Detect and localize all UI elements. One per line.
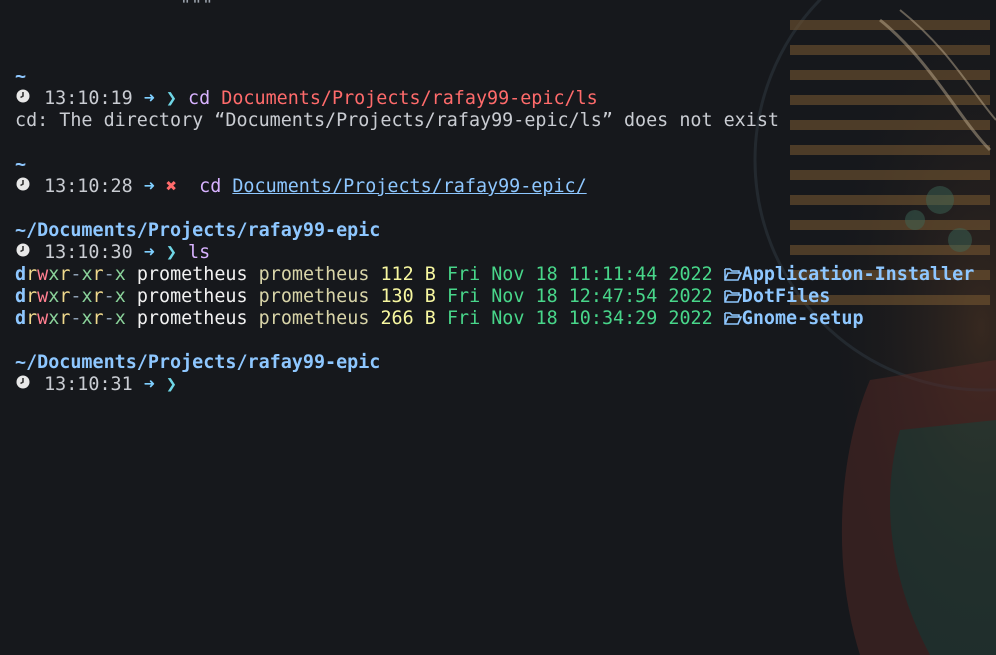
- file-date: Fri Nov 18 10:34:29 2022: [446, 308, 713, 329]
- perm-char: x: [48, 308, 60, 329]
- listing-row: drwxr-xr-x prometheus prometheus 130 B F…: [15, 286, 995, 308]
- file-owner: prometheus: [136, 264, 248, 285]
- folder-name[interactable]: DotFiles: [742, 286, 831, 307]
- file-owner: prometheus: [136, 286, 248, 307]
- perm-char: r: [92, 286, 104, 307]
- prompt-line: 13:10:30 ➜ ❯ ls: [15, 242, 995, 264]
- file-size: 112 B: [380, 264, 436, 285]
- perm-char: -: [103, 286, 115, 307]
- cwd-label: ~: [15, 154, 27, 175]
- perm-char: r: [92, 264, 104, 285]
- perm-type: d: [15, 308, 27, 329]
- listing-row: drwxr-xr-x prometheus prometheus 266 B F…: [15, 308, 995, 330]
- perm-char: x: [81, 308, 93, 329]
- perm-type: d: [15, 286, 27, 307]
- file-group: prometheus: [258, 264, 370, 285]
- command-arg[interactable]: Documents/Projects/rafay99-epic/: [232, 176, 586, 197]
- prompt-dir: ~: [15, 154, 995, 176]
- perm-char: x: [81, 264, 93, 285]
- perm-char: -: [70, 286, 82, 307]
- clock-icon: [15, 242, 33, 264]
- prompt-dir: ~/Documents/Projects/rafay99-epic: [15, 352, 995, 374]
- scrollback-fragment: """: [180, 0, 214, 16]
- clock-icon: [15, 176, 33, 198]
- cwd-label: ~/Documents/Projects/rafay99-epic: [15, 352, 381, 373]
- listing-row: drwxr-xr-x prometheus prometheus 112 B F…: [15, 264, 995, 286]
- file-size: 266 B: [380, 308, 436, 329]
- folder-name[interactable]: Application-Installer: [742, 264, 975, 285]
- prompt-line[interactable]: 13:10:31 ➜ ❯: [15, 374, 995, 396]
- file-owner: prometheus: [136, 308, 248, 329]
- clock-icon: [15, 374, 33, 396]
- arrow-right-icon: ➜: [143, 242, 155, 263]
- prompt-time: 13:10:30: [44, 242, 133, 263]
- folder-name[interactable]: Gnome-setup: [742, 308, 864, 329]
- file-date: Fri Nov 18 12:47:54 2022: [446, 286, 713, 307]
- perm-char: r: [26, 264, 38, 285]
- prompt-time: 13:10:19: [44, 88, 133, 109]
- perm-char: -: [103, 264, 115, 285]
- arrow-right-icon: ➜: [143, 176, 155, 197]
- perm-char: -: [70, 308, 82, 329]
- perm-char: -: [70, 264, 82, 285]
- perm-type: d: [15, 264, 27, 285]
- perm-char: r: [59, 286, 71, 307]
- file-group: prometheus: [258, 286, 370, 307]
- file-group: prometheus: [258, 308, 370, 329]
- command-arg: Documents/Projects/rafay99-epic/ls: [221, 88, 598, 109]
- perm-char: r: [59, 308, 71, 329]
- perm-char: r: [59, 264, 71, 285]
- perm-char: x: [48, 264, 60, 285]
- folder-open-icon: [723, 264, 742, 285]
- perm-char: w: [37, 286, 49, 307]
- cross-icon: ✖: [165, 176, 177, 197]
- perm-char: r: [92, 308, 104, 329]
- arrow-right-icon: ➜: [143, 374, 155, 395]
- perm-char: w: [37, 308, 49, 329]
- prompt-line: 13:10:28 ➜ ✖ cd Documents/Projects/rafay…: [15, 176, 995, 198]
- chevron-right-icon: ❯: [165, 242, 177, 263]
- prompt-time: 13:10:31: [44, 374, 133, 395]
- command-text: cd: [188, 88, 211, 109]
- prompt-line: 13:10:19 ➜ ❯ cd Documents/Projects/rafay…: [15, 88, 995, 110]
- command-text: ls: [188, 242, 211, 263]
- prompt-dir: ~/Documents/Projects/rafay99-epic: [15, 220, 995, 242]
- chevron-right-icon: ❯: [165, 88, 177, 109]
- folder-open-icon: [723, 308, 742, 329]
- perm-char: x: [48, 286, 60, 307]
- clock-icon: [15, 88, 33, 110]
- perm-char: x: [114, 286, 126, 307]
- cwd-label: ~: [15, 66, 27, 87]
- folder-open-icon: [723, 286, 742, 307]
- chevron-right-icon: ❯: [165, 374, 177, 395]
- perm-char: x: [81, 286, 93, 307]
- arrow-right-icon: ➜: [143, 88, 155, 109]
- cwd-label: ~/Documents/Projects/rafay99-epic: [15, 220, 381, 241]
- terminal-output: """ ~ 13:10:19 ➜ ❯ cd Documents/Projects…: [15, 0, 995, 396]
- error-message: cd: The directory “Documents/Projects/ra…: [15, 110, 779, 131]
- prompt-time: 13:10:28: [44, 176, 133, 197]
- command-text: cd: [199, 176, 222, 197]
- file-date: Fri Nov 18 11:11:44 2022: [446, 264, 713, 285]
- perm-char: -: [103, 308, 115, 329]
- perm-char: x: [114, 308, 126, 329]
- perm-char: w: [37, 264, 49, 285]
- perm-char: r: [26, 308, 38, 329]
- file-size: 130 B: [380, 286, 436, 307]
- prompt-dir: ~: [15, 66, 995, 88]
- perm-char: x: [114, 264, 126, 285]
- perm-char: r: [26, 286, 38, 307]
